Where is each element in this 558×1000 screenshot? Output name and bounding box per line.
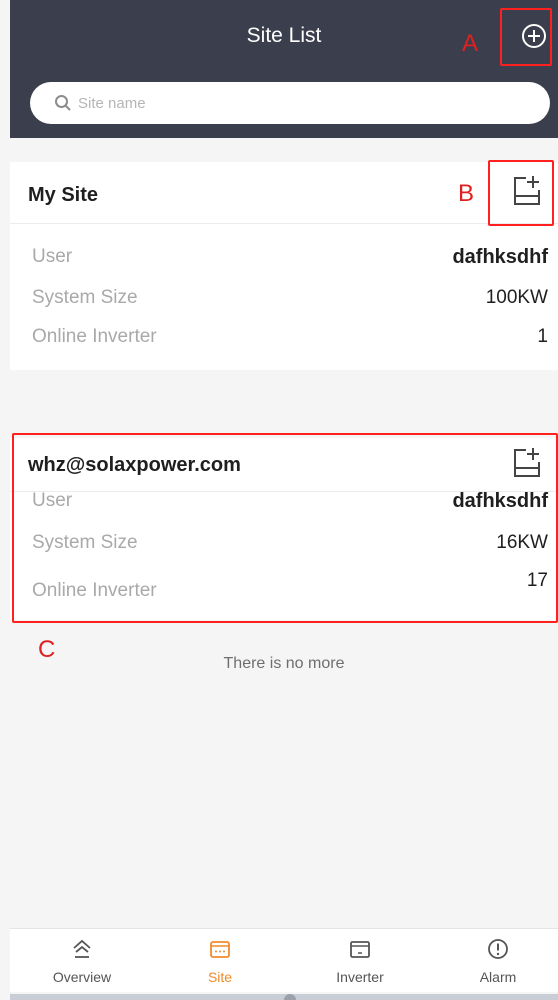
annotation-box-c: [12, 433, 558, 623]
site-card-header: My Site: [10, 162, 558, 224]
home-indicator: [284, 994, 296, 1000]
annotation-box-b: [488, 160, 554, 226]
bottom-tab-bar: Overview Site Inverter Alarm: [10, 928, 558, 992]
header-bar: Site List: [10, 0, 558, 138]
row-value: 100KW: [485, 287, 548, 308]
tab-overview[interactable]: Overview: [32, 929, 132, 993]
tab-label: Alarm: [479, 969, 517, 985]
search-icon: [55, 95, 71, 111]
row-label: Online Inverter: [32, 326, 157, 347]
home-icon: [73, 939, 91, 958]
search-bar: [30, 82, 550, 124]
site-info-row: Online Inverter 1: [10, 326, 558, 350]
row-value: 1: [537, 326, 548, 347]
search-input[interactable]: [78, 88, 518, 118]
inverter-icon: [350, 941, 370, 958]
list-end-text: There is no more: [223, 655, 345, 672]
tab-label: Overview: [52, 969, 112, 985]
tab-inverter[interactable]: Inverter: [310, 929, 410, 993]
site-card[interactable]: My Site User dafhksdhf System Size 100KW…: [10, 162, 558, 370]
tab-site[interactable]: Site: [170, 929, 270, 993]
row-value: dafhksdhf: [452, 246, 548, 268]
alarm-icon: [488, 939, 508, 959]
annotation-label-a: A: [462, 30, 479, 57]
annotation-label-b: B: [458, 180, 475, 207]
tab-alarm[interactable]: Alarm: [448, 929, 548, 993]
tab-label: Inverter: [336, 969, 384, 985]
row-label: User: [32, 246, 73, 267]
site-name: My Site: [28, 184, 99, 206]
site-icon: [210, 941, 230, 958]
site-info-row: System Size 100KW: [10, 287, 558, 311]
row-label: System Size: [32, 287, 138, 308]
site-info-row: User dafhksdhf: [10, 246, 558, 270]
tab-label: Site: [207, 969, 233, 985]
annotation-box-a: [500, 8, 552, 66]
